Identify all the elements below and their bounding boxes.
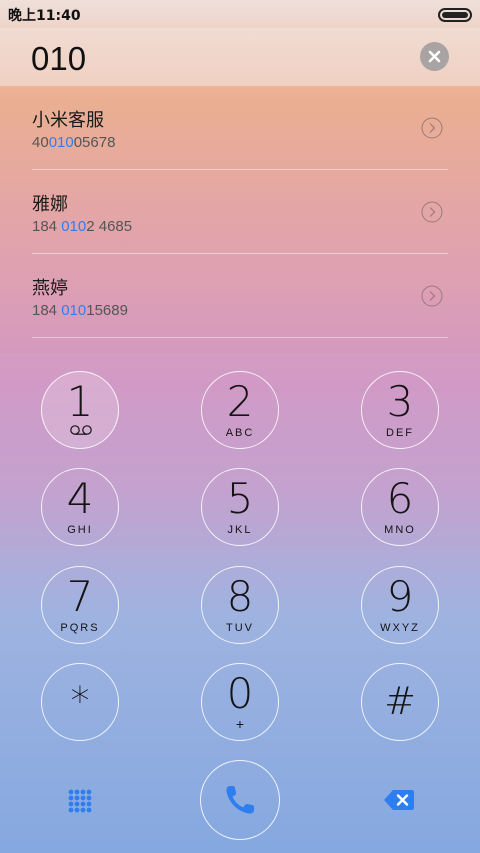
key-letters: PQRS xyxy=(60,622,100,634)
backspace-icon[interactable] xyxy=(383,789,415,811)
key-digit: 2 xyxy=(226,377,254,426)
contact-result[interactable]: 小米客服 4001005678 xyxy=(0,86,480,170)
key-3[interactable]: 3 DEF xyxy=(361,371,439,449)
contact-number: 184 0102 4685 xyxy=(32,218,133,235)
key-letters: DEF xyxy=(386,427,414,439)
key-star[interactable]: * xyxy=(41,663,119,741)
dialed-number-bar: 010 xyxy=(0,28,480,86)
key-digit: 7 xyxy=(66,572,94,621)
key-1[interactable]: 1 xyxy=(41,371,119,449)
key-digit: 5 xyxy=(226,474,254,523)
key-7[interactable]: 7 PQRS xyxy=(41,566,119,644)
key-letters: WXYZ xyxy=(380,622,420,634)
status-bar: 晚上11:40 xyxy=(0,0,480,28)
key-digit: 6 xyxy=(386,474,414,523)
key-9[interactable]: 9 WXYZ xyxy=(361,566,439,644)
key-2[interactable]: 2 ABC xyxy=(201,371,279,449)
key-letters: + xyxy=(235,716,245,732)
call-button[interactable] xyxy=(200,760,280,840)
contact-result[interactable]: 燕婷 184 01015689 xyxy=(0,254,480,338)
phone-icon xyxy=(225,785,254,814)
clear-button[interactable] xyxy=(420,42,449,71)
key-digit: 0 xyxy=(226,669,254,718)
key-0[interactable]: 0 + xyxy=(201,663,279,741)
contact-name: 小米客服 xyxy=(32,110,104,131)
divider xyxy=(32,337,448,338)
key-letters: TUV xyxy=(226,622,254,634)
key-digit: 9 xyxy=(386,572,414,621)
key-letters: ABC xyxy=(225,427,255,439)
key-4[interactable]: 4 GHI xyxy=(41,468,119,546)
key-8[interactable]: 8 TUV xyxy=(201,566,279,644)
status-time: 晚上11:40 xyxy=(8,8,81,24)
contact-name: 燕婷 xyxy=(32,278,68,299)
key-digit: * xyxy=(70,679,90,723)
key-digit: 1 xyxy=(66,377,94,426)
key-letters: JKL xyxy=(227,524,253,536)
chevron-right-circle-icon[interactable] xyxy=(421,117,443,139)
key-5[interactable]: 5 JKL xyxy=(201,468,279,546)
key-digit: 8 xyxy=(226,572,254,621)
clear-circle-icon xyxy=(428,50,441,63)
key-letters: MNO xyxy=(384,524,416,536)
voicemail-icon xyxy=(70,425,92,435)
key-digit: 3 xyxy=(386,377,414,426)
key-letters: GHI xyxy=(67,524,93,536)
contact-results: 小米客服 4001005678 雅娜 184 0102 4685 燕婷 184 … xyxy=(0,86,480,353)
key-digit: 4 xyxy=(66,474,94,523)
key-6[interactable]: 6 MNO xyxy=(361,468,439,546)
contact-result[interactable]: 雅娜 184 0102 4685 xyxy=(0,170,480,254)
dialed-number: 010 xyxy=(31,40,87,77)
contact-name: 雅娜 xyxy=(32,194,68,215)
battery-icon xyxy=(438,8,472,22)
chevron-right-circle-icon[interactable] xyxy=(421,201,443,223)
chevron-right-circle-icon[interactable] xyxy=(421,285,443,307)
contact-number: 184 01015689 xyxy=(32,302,128,319)
key-digit: # xyxy=(384,679,416,723)
keypad-grid-icon[interactable] xyxy=(68,789,92,813)
key-hash[interactable]: # xyxy=(361,663,439,741)
contact-number: 4001005678 xyxy=(32,134,116,151)
